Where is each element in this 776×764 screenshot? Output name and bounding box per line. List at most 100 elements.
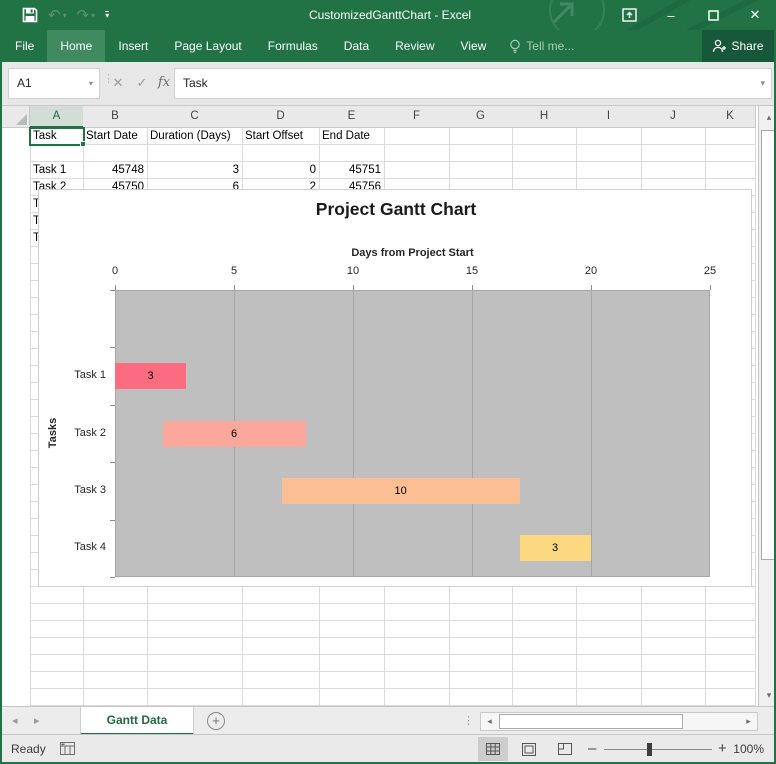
- x-tick-label: 15: [457, 265, 487, 277]
- x-tick-label: 10: [338, 265, 368, 277]
- column-header-f[interactable]: F: [384, 106, 450, 128]
- horizontal-scrollbar[interactable]: ◂ ▸: [480, 712, 758, 731]
- cell[interactable]: 45751: [319, 162, 384, 179]
- formula-value: Task: [183, 76, 208, 90]
- ribbon-tab-home[interactable]: Home: [47, 30, 105, 62]
- formula-bar-expand-icon[interactable]: ▾: [760, 69, 765, 98]
- category-label: Task 1: [39, 369, 106, 381]
- ribbon-tabs: FileHomeInsertPage LayoutFormulasDataRev…: [2, 30, 499, 62]
- column-header-b[interactable]: B: [83, 106, 148, 128]
- insert-function-button[interactable]: fx: [152, 68, 176, 99]
- zoom-level[interactable]: 100%: [733, 735, 764, 763]
- share-button[interactable]: Share: [702, 30, 774, 62]
- formula-input[interactable]: Task ▾: [174, 68, 772, 99]
- status-ready: Ready: [11, 735, 46, 763]
- gantt-bar[interactable]: 6: [163, 421, 306, 447]
- cell[interactable]: 0: [242, 162, 319, 179]
- name-box-value: A1: [17, 76, 32, 90]
- column-header-g[interactable]: G: [449, 106, 513, 128]
- cell[interactable]: Duration (Days): [147, 128, 242, 145]
- ribbon-tab-page-layout[interactable]: Page Layout: [161, 30, 254, 62]
- new-sheet-button[interactable]: +: [207, 712, 225, 730]
- x-tick-mark: [710, 285, 711, 290]
- chart-gridline: [353, 290, 354, 577]
- column-header-a[interactable]: A: [30, 106, 84, 128]
- ribbon-tab-file[interactable]: File: [2, 30, 47, 62]
- scroll-down-icon[interactable]: ▾: [760, 685, 776, 705]
- y-tick-mark: [110, 290, 115, 291]
- column-header-c[interactable]: C: [147, 106, 243, 128]
- zoom-in-button[interactable]: +: [718, 735, 727, 763]
- gantt-bar[interactable]: 3: [520, 535, 591, 561]
- scroll-left-icon[interactable]: ◂: [482, 713, 497, 730]
- page-break-preview-icon: [558, 743, 572, 755]
- ribbon-display-options-button[interactable]: [612, 2, 646, 28]
- y-tick-mark: [110, 405, 115, 406]
- scroll-up-icon[interactable]: ▴: [760, 107, 776, 127]
- gantt-bar[interactable]: 10: [282, 478, 520, 504]
- cell[interactable]: Start Date: [83, 128, 147, 145]
- fill-handle[interactable]: [80, 141, 86, 147]
- window-controls: – ✕: [612, 0, 772, 30]
- previous-sheet-icon[interactable]: ◂: [12, 707, 18, 735]
- y-tick-mark: [110, 520, 115, 521]
- column-header-j[interactable]: J: [641, 106, 706, 128]
- macro-record-button[interactable]: [60, 742, 75, 758]
- cell[interactable]: End Date: [319, 128, 384, 145]
- ribbon-tab-insert[interactable]: Insert: [105, 30, 161, 62]
- tell-me-box[interactable]: Tell me...: [499, 30, 584, 62]
- zoom-slider-thumb[interactable]: [647, 743, 652, 756]
- column-header-k[interactable]: K: [705, 106, 756, 128]
- ribbon-tab-strip: FileHomeInsertPage LayoutFormulasDataRev…: [2, 30, 776, 62]
- chart-x-axis-title: Days from Project Start: [115, 247, 710, 259]
- vertical-scrollbar[interactable]: ▴ ▾: [758, 106, 776, 706]
- selection-border: [29, 127, 85, 146]
- sheet-tab-gantt-data[interactable]: Gantt Data: [80, 707, 194, 735]
- chart-gridline: [472, 290, 473, 577]
- chart-title: Project Gantt Chart: [39, 199, 753, 220]
- ribbon-tab-formulas[interactable]: Formulas: [255, 30, 331, 62]
- zoom-slider-track[interactable]: [604, 749, 712, 750]
- cell[interactable]: 3: [147, 162, 242, 179]
- name-box[interactable]: A1 ▾: [8, 68, 100, 99]
- ribbon-tab-data[interactable]: Data: [331, 30, 382, 62]
- enter-button[interactable]: ✓: [130, 68, 154, 99]
- cell[interactable]: 45748: [83, 162, 147, 179]
- select-all-button[interactable]: [2, 106, 30, 128]
- page-layout-view-button[interactable]: [514, 737, 544, 761]
- name-box-dropdown-icon[interactable]: ▾: [89, 69, 93, 98]
- x-tick-label: 20: [576, 265, 606, 277]
- ribbon-tab-view[interactable]: View: [448, 30, 500, 62]
- cell[interactable]: Start Offset: [242, 128, 319, 145]
- gridline: [30, 688, 755, 689]
- page-break-preview-button[interactable]: [550, 737, 580, 761]
- maximize-button[interactable]: [696, 2, 730, 28]
- x-tick-label: 0: [100, 265, 130, 277]
- select-all-icon: [16, 114, 27, 125]
- close-button[interactable]: ✕: [738, 2, 772, 28]
- share-person-icon: [712, 39, 726, 53]
- category-label: Task 4: [39, 541, 106, 553]
- column-header-i[interactable]: I: [576, 106, 642, 128]
- column-header-h[interactable]: H: [512, 106, 577, 128]
- horizontal-scroll-thumb[interactable]: [499, 714, 683, 729]
- gantt-bar[interactable]: 3: [115, 363, 186, 389]
- cancel-button[interactable]: ✕: [106, 68, 130, 99]
- column-header-d[interactable]: D: [242, 106, 320, 128]
- gridline: [30, 671, 755, 672]
- minimize-button[interactable]: –: [654, 2, 688, 28]
- next-sheet-icon[interactable]: ▸: [34, 707, 40, 735]
- formula-bar: A1 ▾ ⋮ ✕ ✓ fx Task ▾: [2, 62, 776, 106]
- column-header-e[interactable]: E: [319, 106, 385, 128]
- tab-scroll-splitter[interactable]: ⋮: [463, 707, 474, 735]
- vertical-scroll-thumb[interactable]: [761, 130, 776, 560]
- y-tick-mark: [110, 462, 115, 463]
- gantt-chart[interactable]: Project Gantt Chart Days from Project St…: [38, 189, 752, 587]
- status-bar: Ready –: [2, 734, 776, 762]
- normal-view-button[interactable]: [478, 737, 508, 761]
- zoom-out-button[interactable]: –: [588, 735, 596, 763]
- ribbon-tab-review[interactable]: Review: [382, 30, 447, 62]
- chart-gridline: [591, 290, 592, 577]
- scroll-right-icon[interactable]: ▸: [741, 713, 756, 730]
- cell[interactable]: Task 1: [30, 162, 83, 179]
